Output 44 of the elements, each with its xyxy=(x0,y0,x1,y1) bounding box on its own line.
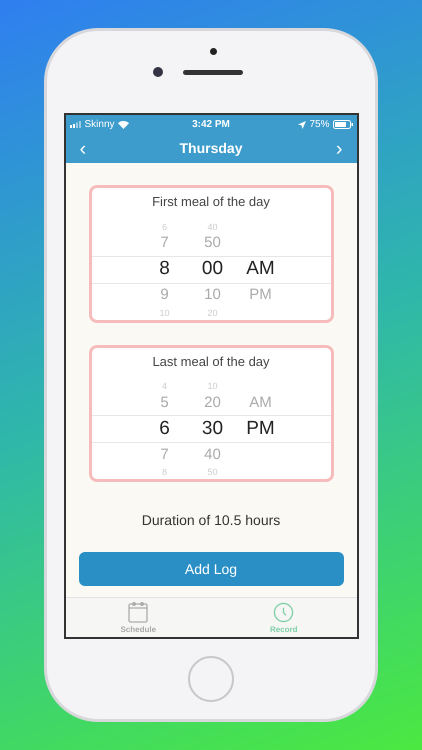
picker-value[interactable]: 30 xyxy=(202,414,224,444)
picker-value[interactable]: 00 xyxy=(202,255,224,284)
location-icon xyxy=(298,120,306,128)
add-log-button[interactable]: Add Log xyxy=(78,552,344,586)
selected-time-row[interactable]: 8 00 AM xyxy=(92,256,330,284)
picker-value[interactable]: AM xyxy=(249,392,272,414)
picker-value[interactable]: 7 xyxy=(160,444,169,466)
picker-value[interactable]: 20 xyxy=(204,392,221,414)
picker-value[interactable]: AM xyxy=(246,255,275,284)
clock-icon xyxy=(273,602,294,622)
back-button[interactable]: ‹ xyxy=(80,138,86,158)
carrier-name: Skinny xyxy=(84,118,115,132)
picker-value[interactable]: 5 xyxy=(160,392,169,414)
picker-value[interactable]: 7 xyxy=(160,232,169,255)
picker-value[interactable]: PM xyxy=(246,414,275,444)
picker-value[interactable]: 10 xyxy=(204,284,221,307)
picker-title: Last meal of the day xyxy=(152,352,270,371)
day-title: Thursday xyxy=(179,139,242,158)
picker-title: First meal of the day xyxy=(152,193,270,211)
camera-icon xyxy=(153,67,163,77)
time-row[interactable]: 7 50 xyxy=(92,232,330,256)
home-button[interactable] xyxy=(188,656,234,702)
camera-icon xyxy=(210,48,217,55)
picker-value[interactable]: 8 xyxy=(159,255,170,284)
forward-button[interactable]: › xyxy=(336,138,342,158)
time-row[interactable]: 9 10 PM xyxy=(92,284,330,308)
speaker-icon xyxy=(183,70,243,75)
wifi-icon xyxy=(118,120,129,128)
picker-value[interactable]: 9 xyxy=(160,284,169,307)
picker-value[interactable]: PM xyxy=(249,284,272,307)
selected-time-row[interactable]: 6 30 PM xyxy=(92,415,330,443)
clock-time: 3:42 PM xyxy=(191,118,231,132)
picker-value[interactable]: 6 xyxy=(159,414,170,444)
battery-icon xyxy=(332,120,352,129)
calendar-icon xyxy=(128,601,148,623)
picker-value[interactable]: 50 xyxy=(204,232,221,255)
signal-icon xyxy=(70,121,82,128)
tab-item[interactable]: Schedule xyxy=(66,598,211,637)
battery-percent: 75% xyxy=(309,118,330,132)
tab-item[interactable]: Record xyxy=(211,598,356,637)
time-row[interactable]: 5 20 AM xyxy=(92,391,330,415)
time-row[interactable]: 7 40 xyxy=(92,443,330,467)
duration-text: Duration of 10.5 hours xyxy=(140,511,282,530)
picker-value[interactable]: 40 xyxy=(204,444,221,466)
